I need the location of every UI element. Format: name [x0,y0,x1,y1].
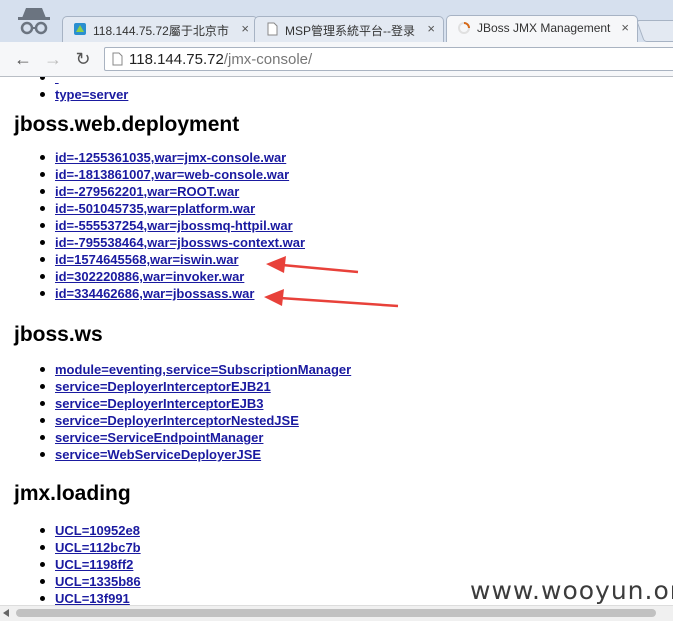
list-item: UCL=1198ff2 [0,556,141,573]
mbean-link[interactable]: module=eventing,service=SubscriptionMana… [55,362,351,377]
url-host: 118.144.75.72 [129,51,224,68]
section-jboss-web-deployment: jboss.web.deployment id=-1255361035,war=… [0,113,305,302]
list-item [0,77,128,86]
list-item: UCL=10952e8 [0,522,141,539]
page-favicon-icon [267,22,278,36]
tab-close-icon[interactable]: × [621,20,629,35]
mbean-list: UCL=10952e8 UCL=112bc7b UCL=1198ff2 UCL=… [0,522,141,605]
list-item: id=-555537254,war=jbossmq-httpil.war [0,217,305,234]
section-heading: jboss.web.deployment [14,113,240,136]
mbean-link[interactable]: UCL=1198ff2 [55,557,133,572]
mbean-link[interactable]: id=1574645568,war=iswin.war [55,252,239,267]
url-path: /jmx-console/ [223,51,313,68]
list-item: id=-279562201,war=ROOT.war [0,183,305,200]
address-bar[interactable]: 118.144.75.72/jmx-console/ [104,47,673,71]
list-item: service=WebServiceDeployerJSE [0,446,351,463]
mbean-link[interactable]: service=ServiceEndpointManager [55,430,263,445]
tab-title: MSP管理系統平台--登录 [285,24,415,38]
mbean-link[interactable]: UCL=13f991 [55,591,130,605]
mbean-list: id=-1255361035,war=jmx-console.war id=-1… [0,149,305,302]
tab-2[interactable]: MSP管理系統平台--登录 × [254,16,444,42]
tab-close-icon[interactable]: × [427,21,435,36]
mbean-list: module=eventing,service=SubscriptionMana… [0,361,351,463]
mbean-link[interactable]: id=-279562201,war=ROOT.war [55,184,239,199]
list-item: id=1574645568,war=iswin.war [0,251,305,268]
section-jboss-ws: jboss.ws module=eventing,service=Subscri… [0,323,351,463]
new-tab-button[interactable] [635,20,673,42]
tab-title: JBoss JMX Management [477,21,611,35]
mbean-link[interactable]: service=WebServiceDeployerJSE [55,447,261,462]
loading-spinner-icon [458,22,470,34]
list-item: service=DeployerInterceptorEJB3 [0,395,351,412]
scrollbar-thumb[interactable] [16,609,656,617]
mbean-link[interactable]: id=-501045735,war=platform.war [55,201,255,216]
mbean-link[interactable]: id=334462686,war=jbossass.war [55,286,254,301]
list-item: service=ServiceEndpointManager [0,429,351,446]
mbean-link[interactable]: UCL=112bc7b [55,540,141,555]
list-item: UCL=13f991 [0,590,141,605]
list-item: UCL=112bc7b [0,539,141,556]
incognito-icon [18,8,50,35]
list-item: service=DeployerInterceptorNestedJSE [0,412,351,429]
mbean-link[interactable]: service=DeployerInterceptorNestedJSE [55,413,299,428]
mbean-link[interactable]: type=server [55,87,128,102]
mbean-link[interactable]: id=-795538464,war=jbossws-context.war [55,235,305,250]
mbean-link[interactable]: id=-1813861007,war=web-console.war [55,167,289,182]
horizontal-scrollbar[interactable] [0,605,673,621]
section-heading: jboss.ws [14,323,103,346]
list-item: service=DeployerInterceptorEJB21 [0,378,351,395]
tab-title: 118.144.75.72屬于北京市 [93,24,229,38]
mbean-link[interactable]: UCL=10952e8 [55,523,140,538]
scroll-left-icon[interactable] [3,609,9,617]
list-item: id=-795538464,war=jbossws-context.war [0,234,305,251]
list-item: id=334462686,war=jbossass.war [0,285,305,302]
forward-arrow-icon[interactable]: → [42,49,64,69]
site-favicon-icon [74,23,86,35]
toolbar: ← → ↻ 118.144.75.72/jmx-console/ [0,42,673,77]
list-item: id=-1255361035,war=jmx-console.war [0,149,305,166]
section-heading: jmx.loading [14,482,131,505]
section-jmx-loading: jmx.loading UCL=10952e8 UCL=112bc7b UCL=… [0,482,141,605]
mbean-link[interactable]: id=-1255361035,war=jmx-console.war [55,150,286,165]
url-text[interactable]: 118.144.75.72/jmx-console/ [129,51,312,68]
mbean-link[interactable]: id=302220886,war=invoker.war [55,269,244,284]
list-item: UCL=1335b86 [0,573,141,590]
tab-3-active[interactable]: JBoss JMX Management × [446,15,638,42]
list-item: id=-1813861007,war=web-console.war [0,166,305,183]
reload-icon[interactable]: ↻ [72,49,94,69]
mbean-link[interactable]: service=DeployerInterceptorEJB21 [55,379,271,394]
tab-1[interactable]: 118.144.75.72屬于北京市 × [62,16,258,42]
list-item: type=server [0,86,128,103]
mbean-link[interactable] [55,77,59,85]
watermark: www.wooyun.org [470,576,673,605]
list-item: id=302220886,war=invoker.war [0,268,305,285]
tab-strip: 118.144.75.72屬于北京市 × MSP管理系統平台--登录 × JBo… [0,0,673,42]
list-item: id=-501045735,war=platform.war [0,200,305,217]
previous-section-list: type=server [0,77,128,103]
mbean-link[interactable]: service=DeployerInterceptorEJB3 [55,396,263,411]
page-icon [112,52,123,66]
list-item: module=eventing,service=SubscriptionMana… [0,361,351,378]
mbean-link[interactable]: UCL=1335b86 [55,574,141,589]
back-arrow-icon[interactable]: ← [12,49,34,69]
tab-close-icon[interactable]: × [241,21,249,36]
page-content: type=server jboss.web.deployment id=-125… [0,77,673,605]
mbean-link[interactable]: id=-555537254,war=jbossmq-httpil.war [55,218,293,233]
